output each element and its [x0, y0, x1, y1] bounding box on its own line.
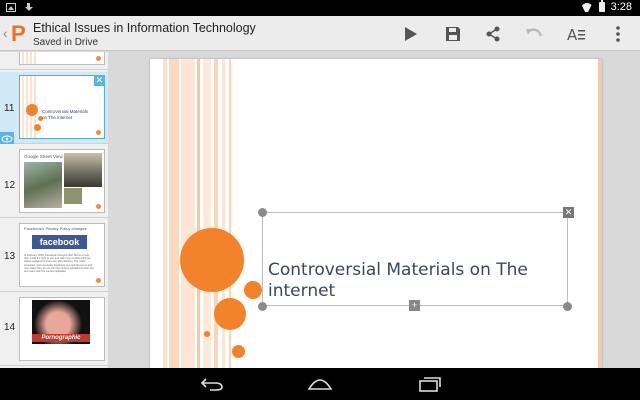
slide-thumbnail-image: Controversial Materials on The internet [19, 75, 105, 139]
thumbnail-body: In February 2009, Facebook changed their… [24, 254, 94, 274]
street-photo [24, 162, 62, 208]
slide-title[interactable]: Controversial Materials on The internet [268, 260, 558, 302]
resize-handle[interactable] [563, 302, 572, 311]
image-notification-icon [6, 3, 16, 12]
action-bar: ‹ P Ethical Issues in Information Techno… [0, 16, 640, 51]
slide-thumbnail-image: Pornographic [19, 297, 105, 361]
status-bar: 3:28 [0, 0, 640, 16]
decorative-circle [214, 298, 246, 330]
decorative-circle [180, 228, 244, 292]
decorative-circle [232, 345, 245, 358]
slide-number: 11 [4, 103, 15, 114]
delete-box-icon[interactable]: ✕ [563, 207, 574, 218]
slide-thumbnail-image: Google Street View [19, 149, 105, 213]
facebook-logo: facebook [32, 235, 87, 249]
title-text-box[interactable]: Controversial Materials on The internet [262, 212, 568, 306]
decorative-circle [244, 281, 262, 299]
slide-thumbnail-14[interactable]: 14 Pornographic [0, 294, 108, 366]
slide-thumbnail-12[interactable]: 12 Google Street View [0, 146, 108, 218]
svg-text:A: A [567, 26, 578, 42]
save-icon[interactable] [443, 24, 463, 44]
resize-handle[interactable] [258, 302, 267, 311]
recents-icon[interactable] [416, 374, 444, 394]
street-photo [64, 153, 102, 187]
eye-icon [0, 132, 14, 144]
thumbnail-heading: Facebook's Privacy Policy changes [24, 226, 87, 231]
document-title: Ethical Issues in Information Technology [33, 21, 256, 35]
save-status: Saved in Drive [33, 37, 99, 48]
slide-number: 14 [4, 322, 16, 333]
undo-icon[interactable] [524, 24, 544, 44]
screen: 3:28 ‹ P Ethical Issues in Information T… [0, 0, 640, 400]
slide-number: 13 [4, 251, 16, 262]
decorative-circle [204, 331, 210, 337]
slide-thumbnail-partial[interactable] [0, 52, 108, 70]
thumbnail-title: Controversial Materials on The internet [42, 109, 89, 120]
slide-thumbnail-13[interactable]: 13 Facebook's Privacy Policy changes fac… [0, 220, 108, 292]
share-icon[interactable] [483, 24, 503, 44]
slide-sidebar: 11 Controversial Materials on The intern… [0, 52, 108, 368]
battery-icon [598, 0, 605, 12]
resize-handle[interactable] [258, 208, 267, 217]
clock: 3:28 [610, 1, 632, 13]
close-icon[interactable]: ✕ [94, 75, 105, 86]
slide-number: 12 [4, 180, 16, 191]
slide-canvas [108, 52, 640, 368]
thumbnail-heading: Google Street View [24, 154, 63, 159]
slide-thumbnail-image: Facebook's Privacy Policy changes facebo… [19, 223, 105, 287]
move-handle-icon[interactable]: + [409, 300, 420, 311]
app-logo[interactable]: P [11, 22, 29, 45]
street-photo [64, 188, 82, 204]
home-icon[interactable] [306, 374, 334, 394]
slide-edge [598, 59, 602, 368]
play-icon[interactable] [401, 24, 421, 44]
download-notification-icon [24, 3, 34, 12]
slide-thumbnail-image [19, 52, 105, 65]
wifi-icon [581, 2, 593, 12]
text-format-icon[interactable]: A [566, 24, 586, 44]
more-vert-icon[interactable] [608, 24, 628, 44]
back-icon[interactable] [198, 374, 226, 394]
slide-thumbnail-11[interactable]: 11 Controversial Materials on The intern… [0, 72, 108, 144]
navigation-bar [0, 368, 640, 400]
back-caret-icon[interactable]: ‹ [3, 25, 8, 41]
thumbnail-banner: Pornographic [32, 334, 90, 342]
